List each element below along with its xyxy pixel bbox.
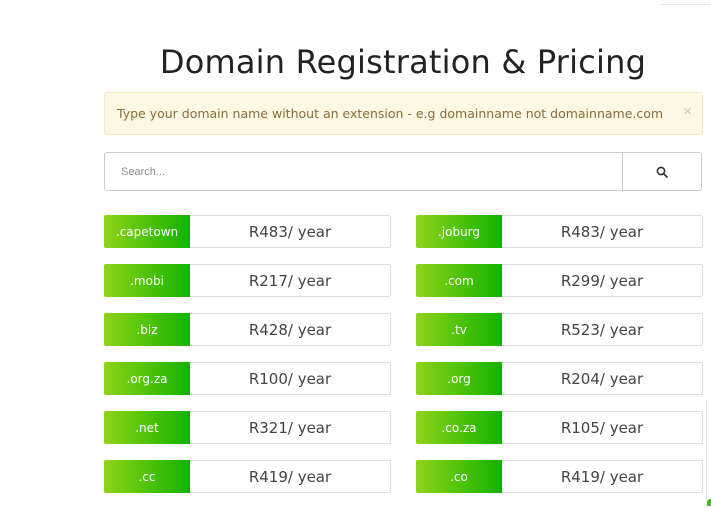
search-icon <box>656 166 668 178</box>
domain-extension: .joburg <box>416 215 502 248</box>
domain-price: R419/ year <box>248 467 332 486</box>
pricing-row: .biz R428/ year .tv R523/ year <box>104 313 703 362</box>
domain-card-joburg[interactable]: .joburg R483/ year <box>416 215 703 248</box>
scroll-indicator[interactable] <box>707 499 711 506</box>
scrollbar-track <box>706 400 707 500</box>
domain-card-mobi[interactable]: .mobi R217/ year <box>104 264 391 297</box>
domain-extension: .org.za <box>104 362 190 395</box>
domain-extension: .com <box>416 264 502 297</box>
domain-price: R483/ year <box>560 222 644 241</box>
domain-extension: .tv <box>416 313 502 346</box>
alert-message: Type your domain name without an extensi… <box>117 106 664 121</box>
domain-extension: .cc <box>104 460 190 493</box>
domain-price: R483/ year <box>248 222 332 241</box>
domain-extension: .co.za <box>416 411 502 444</box>
domain-card-tv[interactable]: .tv R523/ year <box>416 313 703 346</box>
domain-price: R299/ year <box>560 271 644 290</box>
search-bar <box>104 152 702 191</box>
domain-price: R105/ year <box>560 418 644 437</box>
pricing-row: .org.za R100/ year .org R204/ year <box>104 362 703 411</box>
domain-card-org-za[interactable]: .org.za R100/ year <box>104 362 391 395</box>
top-right-divider <box>661 0 711 5</box>
pricing-row: .capetown R483/ year .joburg R483/ year <box>104 215 703 264</box>
pricing-row: .cc R419/ year .co R419/ year <box>104 460 703 509</box>
domain-price: R419/ year <box>560 467 644 486</box>
domain-card-capetown[interactable]: .capetown R483/ year <box>104 215 391 248</box>
domain-extension: .mobi <box>104 264 190 297</box>
page-title: Domain Registration & Pricing <box>159 43 647 82</box>
domain-price: R217/ year <box>248 271 332 290</box>
domain-extension: .biz <box>104 313 190 346</box>
domain-card-co-za[interactable]: .co.za R105/ year <box>416 411 703 444</box>
domain-extension: .co <box>416 460 502 493</box>
search-button[interactable] <box>622 153 701 190</box>
domain-card-net[interactable]: .net R321/ year <box>104 411 391 444</box>
domain-card-org[interactable]: .org R204/ year <box>416 362 703 395</box>
domain-price: R204/ year <box>560 369 644 388</box>
domain-extension: .net <box>104 411 190 444</box>
close-icon[interactable]: × <box>683 104 692 120</box>
search-input[interactable] <box>105 153 622 190</box>
domain-price: R523/ year <box>560 320 644 339</box>
domain-card-biz[interactable]: .biz R428/ year <box>104 313 391 346</box>
domain-extension: .org <box>416 362 502 395</box>
domain-price: R100/ year <box>248 369 332 388</box>
pricing-row: .net R321/ year .co.za R105/ year <box>104 411 703 460</box>
pricing-row: .mobi R217/ year .com R299/ year <box>104 264 703 313</box>
domain-card-cc[interactable]: .cc R419/ year <box>104 460 391 493</box>
domain-extension: .capetown <box>104 215 190 248</box>
domain-card-co[interactable]: .co R419/ year <box>416 460 703 493</box>
domain-price: R321/ year <box>248 418 332 437</box>
domain-card-com[interactable]: .com R299/ year <box>416 264 703 297</box>
domain-price: R428/ year <box>248 320 332 339</box>
info-alert: Type your domain name without an extensi… <box>104 92 703 135</box>
domain-pricing-grid: .capetown R483/ year .joburg R483/ year … <box>104 215 703 509</box>
